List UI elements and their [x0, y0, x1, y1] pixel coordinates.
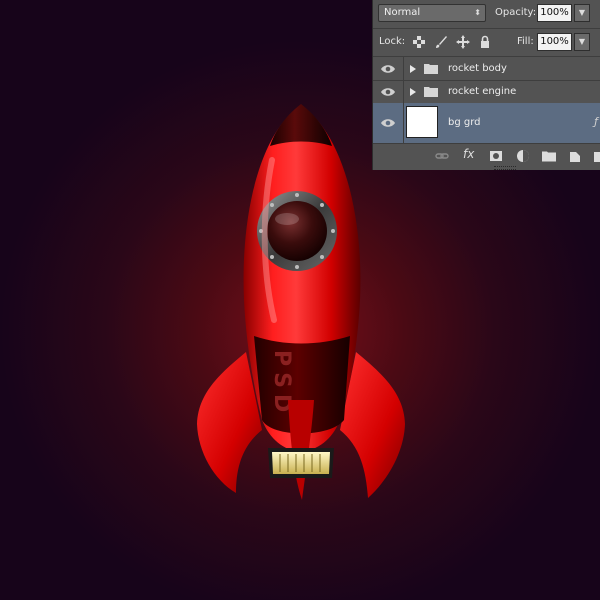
- layer-row-bg-grd[interactable]: bg grd ƒ: [373, 103, 600, 144]
- layer-name: rocket body: [448, 63, 507, 74]
- fill-dropdown-button[interactable]: ▼: [574, 33, 590, 51]
- panel-resize-grip[interactable]: [494, 166, 516, 170]
- layer-thumbnail[interactable]: [406, 106, 438, 138]
- porthole-highlight: [275, 213, 299, 225]
- lock-label: Lock:: [379, 36, 406, 47]
- fx-icon[interactable]: fx: [463, 147, 474, 161]
- link-icon[interactable]: [435, 149, 449, 163]
- blend-mode-value: Normal: [384, 7, 421, 18]
- trash-icon[interactable]: [591, 149, 600, 163]
- visibility-toggle[interactable]: [373, 80, 404, 103]
- lock-all-icon[interactable]: [478, 35, 492, 49]
- fill-label: Fill:: [517, 36, 534, 47]
- mask-icon[interactable]: [489, 149, 503, 163]
- lock-transparency-icon[interactable]: [412, 35, 426, 49]
- folder-icon[interactable]: [542, 149, 556, 163]
- fill-field[interactable]: 100%: [537, 33, 572, 51]
- blend-mode-select[interactable]: Normal ⬍: [378, 4, 486, 22]
- new-layer-icon[interactable]: [568, 149, 582, 163]
- layer-name: bg grd: [448, 117, 481, 128]
- layer-row-rocket-engine[interactable]: rocket engine: [373, 80, 600, 104]
- opacity-field[interactable]: 100%: [537, 4, 572, 22]
- visibility-toggle[interactable]: [373, 103, 404, 143]
- eye-icon[interactable]: [381, 64, 395, 74]
- layer-name: rocket engine: [448, 86, 517, 97]
- opacity-label: Opacity:: [495, 7, 537, 18]
- visibility-toggle[interactable]: [373, 57, 404, 80]
- move-icon[interactable]: [456, 35, 470, 49]
- eye-icon[interactable]: [381, 87, 395, 97]
- layers-panel-footer: fx: [373, 144, 600, 170]
- adjustment-icon[interactable]: [516, 149, 530, 163]
- folder-icon: [424, 87, 438, 97]
- rocket-nose: [270, 104, 332, 146]
- brush-icon[interactable]: [434, 35, 448, 49]
- eye-icon[interactable]: [381, 118, 395, 128]
- expand-triangle-icon[interactable]: [410, 88, 416, 96]
- opacity-dropdown-button[interactable]: ▼: [574, 4, 590, 22]
- updown-arrow-icon: ⬍: [474, 8, 481, 17]
- folder-icon: [424, 64, 438, 74]
- layers-panel: Normal ⬍ Opacity: 100% ▼ Lock: Fill: 100…: [372, 0, 600, 170]
- layer-row-rocket-body[interactable]: rocket body: [373, 57, 600, 81]
- layer-effects-icon[interactable]: ƒ: [594, 115, 598, 128]
- porthole-glass: [267, 201, 327, 261]
- expand-triangle-icon[interactable]: [410, 65, 416, 73]
- blend-row: Normal ⬍ Opacity: 100% ▼: [373, 0, 600, 29]
